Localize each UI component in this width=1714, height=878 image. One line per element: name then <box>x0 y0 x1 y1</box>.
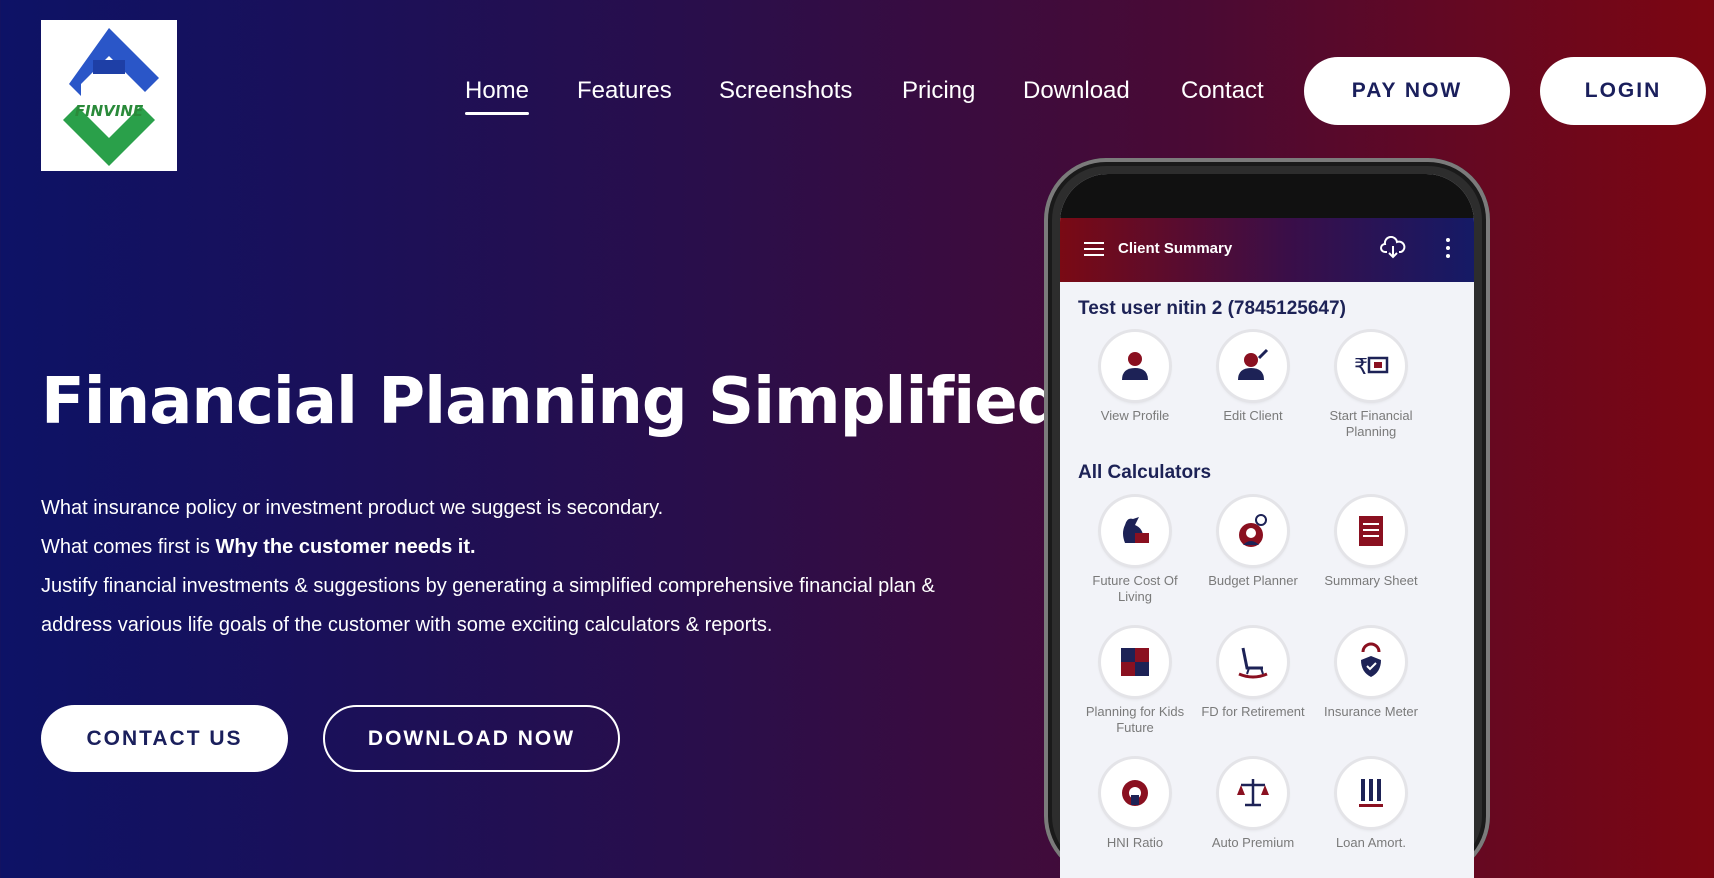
nav-home-label: Home <box>465 77 530 104</box>
hero-line-2-prefix: What comes first is <box>41 536 216 558</box>
hero-line-3: Justify financial investments & suggesti… <box>41 575 935 597</box>
phone-mockup: Client Summary Test user nitin 2 (784512… <box>1044 158 1490 878</box>
svg-text:FINVINE: FINVINE <box>75 102 144 120</box>
nav-pricing[interactable]: Pricing <box>902 77 975 105</box>
calc-future-cost-label: Future Cost Of Living <box>1092 573 1178 604</box>
summary-sheet-icon <box>1359 516 1383 546</box>
calc-auto-premium-label: Auto Premium <box>1211 835 1295 850</box>
nav-screenshots[interactable]: Screenshots <box>719 77 852 105</box>
calc-fd-retirement-label: FD for Retirement <box>1201 704 1305 719</box>
calc-hni-ratio[interactable]: HNI Ratio <box>1080 759 1190 851</box>
budget-icon <box>1239 514 1267 547</box>
scale-icon <box>1237 779 1269 807</box>
more-options-icon[interactable] <box>1446 238 1450 262</box>
download-now-button[interactable]: DOWNLOAD NOW <box>323 705 620 772</box>
loan-bars-icon <box>1359 779 1383 807</box>
active-underline <box>465 112 530 115</box>
view-profile-label: View Profile <box>1100 408 1170 423</box>
calc-auto-premium[interactable]: Auto Premium <box>1198 759 1308 851</box>
hni-ratio-icon <box>1122 780 1148 806</box>
hero-line-2: What comes first is Why the customer nee… <box>41 528 476 567</box>
hero-line-4: address various life goals of the custom… <box>41 614 773 636</box>
contact-us-button[interactable]: CONTACT US <box>41 705 288 772</box>
calc-budget-planner-label: Budget Planner <box>1208 573 1298 588</box>
start-financial-planning-label: Start Financial Planning <box>1329 408 1413 439</box>
user-icon <box>1122 352 1148 380</box>
nav-features[interactable]: Features <box>577 77 672 105</box>
calc-fd-for-retirement[interactable]: FD for Retirement <box>1198 628 1308 720</box>
svg-text:₹: ₹ <box>1354 355 1368 380</box>
calc-budget-planner[interactable]: Budget Planner <box>1198 497 1308 589</box>
view-profile-tile[interactable]: View Profile <box>1080 332 1190 424</box>
login-button[interactable]: LOGIN <box>1540 57 1706 125</box>
phone-notch <box>1060 174 1474 218</box>
edit-client-label: Edit Client <box>1223 408 1283 423</box>
calc-future-cost-of-living[interactable]: Future Cost Of Living <box>1080 497 1190 605</box>
app-bar: Client Summary <box>1060 218 1474 282</box>
calc-loan-amort[interactable]: Loan Amort. <box>1316 759 1426 851</box>
client-name: Test user nitin 2 (7845125647) <box>1078 298 1346 319</box>
logo-mark-icon: FINVINE <box>63 28 159 166</box>
calc-hni-ratio-label: HNI Ratio <box>1106 835 1164 850</box>
hero-line-2-bold: Why the customer needs it. <box>215 536 476 558</box>
shield-meter-icon <box>1361 642 1381 677</box>
nav-home[interactable]: Home <box>465 77 530 115</box>
edit-client-tile[interactable]: Edit Client <box>1198 332 1308 424</box>
calculators-title: All Calculators <box>1078 462 1212 483</box>
phone-screen: Client Summary Test user nitin 2 (784512… <box>1060 174 1474 878</box>
calc-planning-for-kids-future[interactable]: Planning for Kids Future <box>1080 628 1190 736</box>
calc-insurance-meter[interactable]: Insurance Meter <box>1316 628 1426 720</box>
calc-kids-future-label: Planning for Kids Future <box>1085 704 1185 735</box>
nav-contact[interactable]: Contact <box>1181 77 1264 105</box>
menu-icon[interactable] <box>1084 242 1104 256</box>
app-bar-title: Client Summary <box>1118 240 1233 257</box>
nav-download[interactable]: Download <box>1023 77 1130 105</box>
edit-user-icon <box>1238 348 1269 380</box>
money-bag-icon <box>1123 517 1149 543</box>
hero-title: Financial Planning Simplified <box>41 365 1062 439</box>
calc-loan-amort-label: Loan Amort. <box>1335 835 1407 850</box>
hero-line-1: What insurance policy or investment prod… <box>41 497 664 519</box>
calc-summary-sheet[interactable]: Summary Sheet <box>1316 497 1426 589</box>
rocking-chair-icon <box>1238 647 1268 679</box>
start-financial-planning-tile[interactable]: ₹ Start Financial Planning <box>1316 332 1426 440</box>
calc-summary-sheet-label: Summary Sheet <box>1324 573 1418 588</box>
pay-now-button[interactable]: PAY NOW <box>1304 57 1510 125</box>
calc-insurance-meter-label: Insurance Meter <box>1324 704 1418 719</box>
rupee-cash-icon: ₹ <box>1354 355 1389 380</box>
cloud-download-icon[interactable] <box>1380 236 1406 260</box>
puzzle-icon <box>1121 648 1149 676</box>
finvine-logo[interactable]: FINVINE <box>41 20 177 171</box>
